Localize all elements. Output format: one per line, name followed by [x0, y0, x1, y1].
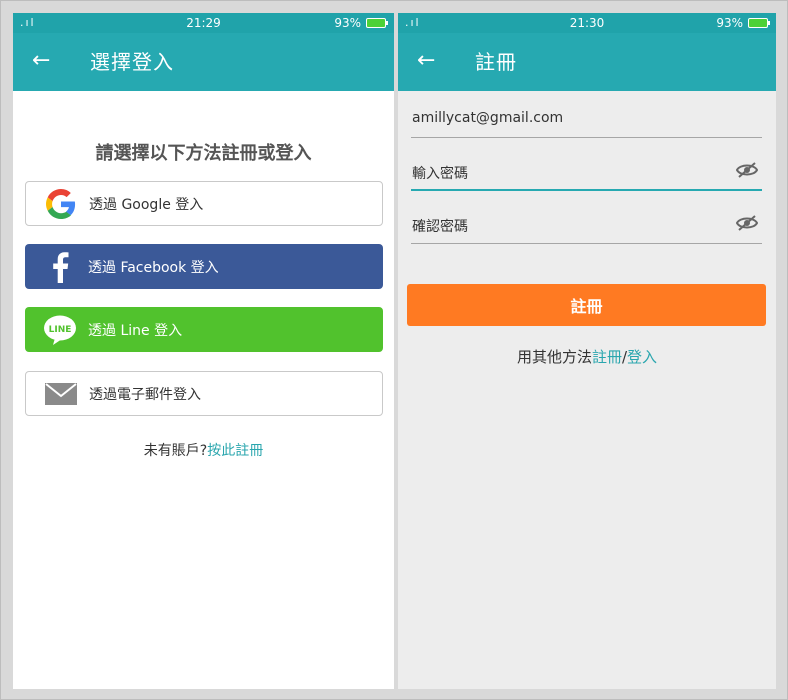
- battery-icon: [366, 18, 388, 28]
- back-arrow-icon[interactable]: ←: [417, 48, 435, 74]
- login-prompt: 請選擇以下方法註冊或登入: [95, 143, 312, 164]
- email-field[interactable]: amillycat@gmail.com: [411, 104, 762, 138]
- line-login-label: 透過 Line 登入: [88, 322, 183, 339]
- email-login-button[interactable]: 透過電子郵件登入: [25, 371, 383, 416]
- status-right: 93%: [334, 16, 388, 30]
- no-account-text: 未有賬戶?: [143, 443, 208, 459]
- email-value: amillycat@gmail.com: [412, 110, 564, 126]
- google-login-label: 透過 Google 登入: [89, 196, 204, 213]
- register-link[interactable]: 按此註冊: [207, 443, 263, 459]
- back-arrow-icon[interactable]: ←: [32, 48, 50, 74]
- battery-icon: [748, 18, 770, 28]
- status-bar: .ıl 21:29 93%: [13, 13, 394, 33]
- app-bar: ← 註冊: [398, 33, 776, 91]
- eye-off-icon[interactable]: [735, 161, 759, 183]
- app-bar: ← 選擇登入: [13, 33, 394, 91]
- other-method-text: 用其他方法: [516, 348, 592, 366]
- register-button[interactable]: 註冊: [407, 284, 766, 326]
- page-title: 註冊: [475, 50, 517, 74]
- register-link[interactable]: 註冊: [592, 348, 622, 366]
- screenshot-frame: .ıl 21:29 93% ← 選擇登入 請選擇以下方法註冊或登入 透過 Goo…: [0, 0, 788, 700]
- login-choice-screen: .ıl 21:29 93% ← 選擇登入 請選擇以下方法註冊或登入 透過 Goo…: [13, 13, 394, 689]
- line-icon: LINE: [38, 307, 82, 352]
- confirm-password-placeholder: 確認密碼: [412, 219, 468, 235]
- facebook-login-label: 透過 Facebook 登入: [88, 259, 219, 276]
- eye-off-icon[interactable]: [735, 214, 759, 236]
- confirm-password-field[interactable]: 確認密碼: [411, 210, 762, 244]
- other-method-prompt: 用其他方法註冊/登入: [398, 346, 776, 367]
- facebook-login-button[interactable]: 透過 Facebook 登入: [25, 244, 383, 289]
- password-field[interactable]: 輸入密碼: [411, 157, 762, 191]
- google-icon: [39, 181, 83, 226]
- facebook-icon: [38, 244, 82, 289]
- battery-percent: 93%: [334, 16, 361, 30]
- page-title: 選擇登入: [90, 50, 174, 74]
- email-login-label: 透過電子郵件登入: [89, 386, 201, 403]
- battery-percent: 93%: [716, 16, 743, 30]
- status-right: 93%: [716, 16, 770, 30]
- envelope-icon: [39, 371, 83, 416]
- register-screen: .ıl 21:30 93% ← 註冊 amillycat@gmail.com 輸…: [398, 13, 776, 689]
- google-login-button[interactable]: 透過 Google 登入: [25, 181, 383, 226]
- password-placeholder: 輸入密碼: [412, 166, 468, 182]
- line-login-button[interactable]: LINE 透過 Line 登入: [25, 307, 383, 352]
- login-link[interactable]: 登入: [627, 348, 657, 366]
- register-prompt: 未有賬戶?按此註冊: [13, 440, 394, 460]
- line-logo-text: LINE: [49, 325, 72, 335]
- status-bar: .ıl 21:30 93%: [398, 13, 776, 33]
